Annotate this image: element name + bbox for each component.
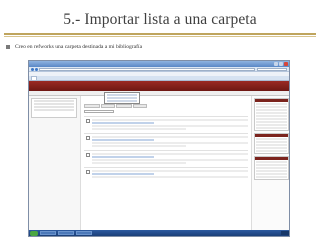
news-panel <box>254 133 289 154</box>
left-panel-box <box>31 98 77 118</box>
refworks-toolbar <box>84 104 248 108</box>
record-checkbox[interactable] <box>86 153 90 157</box>
maximize-icon[interactable] <box>279 62 283 66</box>
forward-arrow-icon[interactable] <box>35 67 38 71</box>
bullet-text: Creo en refworks una carpeta destinada a… <box>15 44 143 50</box>
slide-title: 5.- Importar lista a una carpeta <box>63 11 257 28</box>
toolbar-button[interactable] <box>116 104 132 108</box>
toolbar-button[interactable] <box>84 104 100 108</box>
windows-taskbar <box>29 230 289 236</box>
sort-select[interactable] <box>84 110 114 113</box>
reference-record <box>84 116 248 133</box>
refworks-left-pane <box>29 96 81 231</box>
toolbar-button[interactable] <box>101 104 115 108</box>
taskbar-clock <box>281 231 289 235</box>
bullet-item: Creo en refworks una carpeta destinada a… <box>6 44 316 50</box>
refworks-header <box>29 81 289 91</box>
title-divider <box>4 33 316 35</box>
record-checkbox[interactable] <box>86 170 90 174</box>
help-panel <box>254 156 289 180</box>
browser-tab[interactable] <box>31 76 37 80</box>
close-icon[interactable] <box>284 62 288 66</box>
back-arrow-icon[interactable] <box>31 67 34 71</box>
refworks-right-pane <box>251 96 289 231</box>
minimize-icon[interactable] <box>274 62 278 66</box>
reference-record <box>84 150 248 167</box>
taskbar-item[interactable] <box>76 231 92 235</box>
reference-record <box>84 133 248 150</box>
taskbar-item[interactable] <box>40 231 56 235</box>
embedded-screenshot <box>28 60 290 237</box>
taskbar-item[interactable] <box>58 231 74 235</box>
address-bar[interactable] <box>39 67 255 71</box>
record-checkbox[interactable] <box>86 136 90 140</box>
title-divider-thin <box>4 36 316 37</box>
refworks-main <box>81 96 251 231</box>
folders-panel <box>254 98 289 131</box>
record-checkbox[interactable] <box>86 119 90 123</box>
toolbar-button[interactable] <box>133 104 147 108</box>
start-button-icon[interactable] <box>30 230 38 236</box>
reference-record <box>84 167 248 181</box>
folder-dropdown[interactable] <box>104 92 140 104</box>
refworks-body <box>29 96 289 231</box>
sort-row <box>84 110 248 113</box>
browser-search-box[interactable] <box>257 67 287 71</box>
bullet-square-icon <box>6 45 10 49</box>
